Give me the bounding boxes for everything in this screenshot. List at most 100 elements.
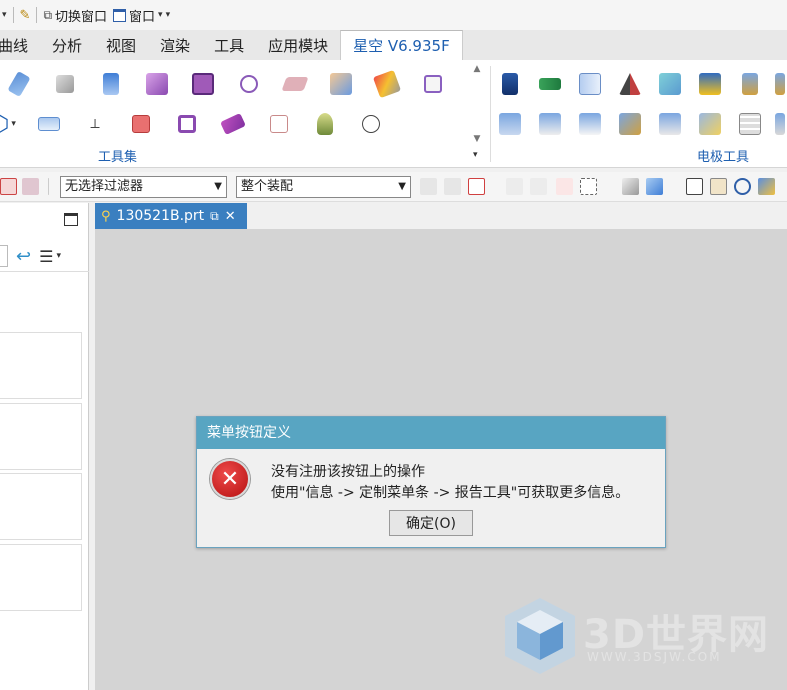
refresh-icon[interactable] bbox=[734, 178, 751, 195]
tab-analysis[interactable]: 分析 bbox=[40, 30, 94, 60]
pulse-icon[interactable] bbox=[0, 178, 17, 195]
image-view-icon[interactable] bbox=[710, 178, 727, 195]
tool-button[interactable] bbox=[42, 66, 88, 102]
menu-button-definition-dialog: 菜单按钮定义 ✕ 没有注册该按钮上的操作 使用"信息 -> 定制菜单条 -> 报… bbox=[196, 416, 666, 548]
separator bbox=[36, 7, 38, 23]
toolset-expand-icon[interactable]: ▾ bbox=[473, 150, 478, 160]
blue-cube-icon[interactable] bbox=[646, 178, 663, 195]
ok-button[interactable]: 确定(O) bbox=[389, 510, 473, 536]
maximize-icon[interactable] bbox=[64, 213, 78, 226]
tool-button[interactable] bbox=[610, 106, 650, 142]
tool-button[interactable] bbox=[318, 66, 364, 102]
tool-button[interactable]: ⟂ bbox=[72, 106, 118, 142]
tool-button[interactable] bbox=[610, 66, 650, 102]
select-icon[interactable] bbox=[420, 178, 437, 195]
tool-button[interactable] bbox=[302, 106, 348, 142]
tool-button[interactable] bbox=[118, 106, 164, 142]
navigator-panel[interactable] bbox=[0, 473, 82, 540]
stack-plane-icon bbox=[38, 117, 60, 131]
electrode-measure-icon bbox=[499, 113, 521, 135]
hexagon-plane-icon bbox=[281, 77, 309, 91]
assembly-scope-select[interactable]: 整个装配 ▼ bbox=[236, 176, 411, 198]
tool-button[interactable] bbox=[570, 66, 610, 102]
eraser-icon[interactable]: ✎ bbox=[20, 8, 31, 23]
tab-render[interactable]: 渲染 bbox=[148, 30, 202, 60]
circle-outline-icon bbox=[362, 115, 380, 133]
select-icon[interactable] bbox=[444, 178, 461, 195]
tool-button[interactable] bbox=[0, 66, 42, 102]
document-tab[interactable]: ⚲ 130521B.prt ⧉ ✕ bbox=[95, 203, 247, 229]
tool-button[interactable] bbox=[88, 66, 134, 102]
tab-application[interactable]: 应用模块 bbox=[256, 30, 340, 60]
tool-button[interactable] bbox=[770, 66, 787, 102]
tool-button[interactable] bbox=[210, 106, 256, 142]
part-file-icon: ⚲ bbox=[101, 208, 111, 224]
toolset-scroll[interactable]: ▲ ▼ bbox=[470, 64, 484, 144]
tab-label: 分析 bbox=[52, 36, 83, 55]
tab-curve[interactable]: 曲线 bbox=[0, 30, 40, 60]
type-filter-value: 无选择过滤器 bbox=[65, 179, 144, 194]
tool-button[interactable] bbox=[490, 106, 530, 142]
tool-button[interactable] bbox=[256, 106, 302, 142]
nav-divider bbox=[0, 271, 89, 272]
electrode-star-icon bbox=[699, 113, 721, 135]
tab-tools[interactable]: 工具 bbox=[202, 30, 256, 60]
tool-button[interactable] bbox=[530, 106, 570, 142]
tool-button[interactable] bbox=[348, 106, 394, 142]
tool-button[interactable] bbox=[180, 66, 226, 102]
brush-icon[interactable] bbox=[758, 178, 775, 195]
select-red-icon[interactable] bbox=[468, 178, 485, 195]
tool-button[interactable] bbox=[770, 106, 787, 142]
electrode-spark-icon bbox=[539, 113, 561, 135]
tool-button[interactable] bbox=[530, 66, 570, 102]
scroll-down-icon[interactable]: ▼ bbox=[474, 134, 481, 144]
assembly-scope-value: 整个装配 bbox=[241, 179, 294, 194]
navigator-panel[interactable] bbox=[0, 332, 82, 399]
qa-dropdown-caret-icon[interactable]: ▾ bbox=[2, 10, 7, 20]
tool-button[interactable]: ⬡▾ bbox=[0, 106, 26, 142]
selection-toolbar: 无选择过滤器 ▼ 整个装配 ▼ bbox=[0, 172, 787, 202]
checklist-icon bbox=[424, 75, 442, 93]
tool-button[interactable] bbox=[364, 66, 410, 102]
tool-button[interactable] bbox=[490, 66, 530, 102]
tab-label: 渲染 bbox=[160, 36, 191, 55]
tool-button[interactable] bbox=[690, 106, 730, 142]
shaded-box-icon[interactable] bbox=[622, 178, 639, 195]
snap-point-icon[interactable] bbox=[556, 178, 573, 195]
type-filter-select[interactable]: 无选择过滤器 ▼ bbox=[60, 176, 227, 198]
window-menu-label: 窗口 bbox=[129, 9, 156, 25]
list-view-icon[interactable]: ☰ bbox=[39, 247, 53, 266]
tab-menu-icon[interactable]: ⧉ bbox=[210, 209, 219, 224]
tab-view[interactable]: 视图 bbox=[94, 30, 148, 60]
tool-button[interactable] bbox=[690, 66, 730, 102]
tool-button[interactable] bbox=[134, 66, 180, 102]
tool-button[interactable] bbox=[730, 106, 770, 142]
navigator-toolbar: ↩ ☰ ▾ bbox=[0, 241, 89, 271]
close-icon[interactable]: ✕ bbox=[225, 209, 236, 224]
tool-button[interactable] bbox=[226, 66, 272, 102]
dialog-title[interactable]: 菜单按钮定义 bbox=[197, 417, 665, 449]
filter-settings-icon[interactable] bbox=[22, 178, 39, 195]
navigator-panel[interactable] bbox=[0, 403, 82, 470]
snap-icon[interactable] bbox=[530, 178, 547, 195]
ribbon-tab-bar: 曲线 分析 视图 渲染 工具 应用模块 星空 V6.935F bbox=[0, 30, 787, 60]
snap-icon[interactable] bbox=[506, 178, 523, 195]
tool-button[interactable] bbox=[164, 106, 210, 142]
undo-arrow-icon[interactable]: ↩ bbox=[16, 246, 31, 267]
switch-window-button[interactable]: ⧉ 切换窗口 bbox=[43, 6, 107, 25]
fit-view-icon[interactable] bbox=[686, 178, 703, 195]
tool-button[interactable] bbox=[730, 66, 770, 102]
tool-button[interactable] bbox=[272, 66, 318, 102]
tool-button[interactable] bbox=[570, 106, 610, 142]
tool-button[interactable] bbox=[26, 106, 72, 142]
tab-xingkong[interactable]: 星空 V6.935F bbox=[340, 30, 463, 60]
rect-select-icon[interactable] bbox=[580, 178, 597, 195]
scroll-up-icon[interactable]: ▲ bbox=[474, 64, 481, 74]
navigator-panel[interactable] bbox=[0, 544, 82, 611]
customize-caret-icon[interactable]: ▾ bbox=[166, 10, 171, 20]
tool-button[interactable] bbox=[650, 106, 690, 142]
chevron-down-icon[interactable]: ▾ bbox=[56, 251, 61, 261]
tool-button[interactable] bbox=[410, 66, 456, 102]
tool-button[interactable] bbox=[650, 66, 690, 102]
window-menu-button[interactable]: 窗口 ▾ ▾ bbox=[113, 6, 170, 25]
